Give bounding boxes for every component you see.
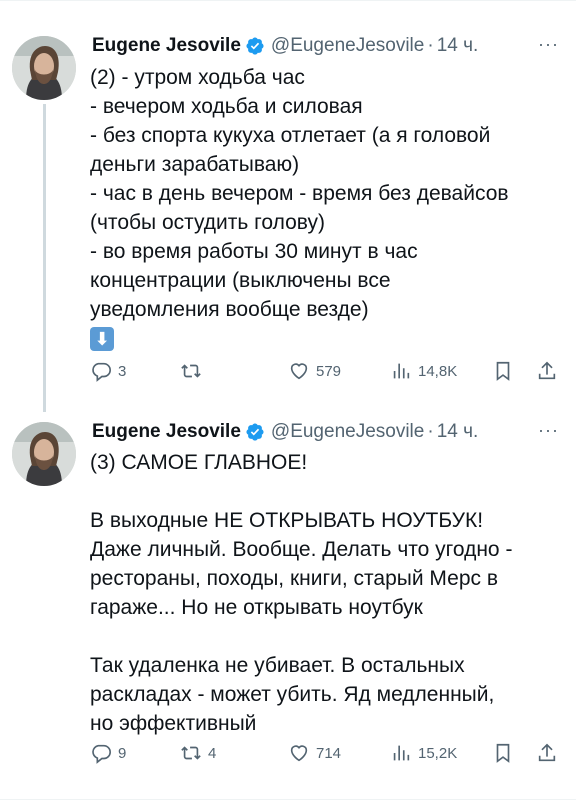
thread-line bbox=[43, 104, 46, 412]
retweet-button[interactable] bbox=[180, 360, 208, 382]
reply-icon bbox=[92, 362, 111, 382]
like-button[interactable]: 579 bbox=[288, 360, 341, 382]
tweet-header: Eugene Jesovile @EugeneJesovile · 14 ч. bbox=[92, 34, 478, 58]
tweet-line: раскладах - может убить. Яд медленный, bbox=[90, 683, 495, 706]
retweet-icon bbox=[181, 364, 201, 378]
author-name[interactable]: Eugene Jesovile bbox=[92, 34, 241, 58]
tweet-line: (чтобы остудить голову) bbox=[90, 211, 325, 234]
tweet-line: В выходные НЕ ОТКРЫВАТЬ НОУТБУК! bbox=[90, 509, 484, 532]
tweet-line: - вечером ходьба и силовая bbox=[90, 95, 363, 118]
like-count: 579 bbox=[316, 362, 342, 380]
tweet-line: но эффективный bbox=[90, 712, 257, 735]
share-button[interactable] bbox=[536, 742, 564, 764]
views-count: 14,8K bbox=[418, 362, 458, 380]
views-button[interactable]: 15,2K bbox=[390, 742, 457, 764]
tweet-line: Даже личный. Вообще. Делать что угодно - bbox=[90, 538, 513, 561]
heart-icon bbox=[290, 745, 308, 762]
tweet-line: гараже... Но не открывать ноутбук bbox=[90, 596, 423, 619]
retweet-icon bbox=[181, 746, 201, 760]
views-count: 15,2K bbox=[418, 744, 458, 762]
share-button[interactable] bbox=[536, 360, 564, 382]
views-icon bbox=[393, 363, 410, 379]
tweet-actions: 9 4 714 15,2K bbox=[90, 742, 570, 768]
tweet-text: (3) САМОЕ ГЛАВНОЕ! В выходные НЕ ОТКРЫВА… bbox=[90, 448, 550, 738]
reply-icon bbox=[92, 744, 111, 764]
verified-badge-icon bbox=[245, 422, 265, 442]
reply-count: 9 bbox=[118, 744, 127, 762]
author-name[interactable]: Eugene Jesovile bbox=[92, 420, 241, 444]
tweet-line: уведомления вообще везде) bbox=[90, 298, 369, 321]
author-handle[interactable]: @EugeneJesovile bbox=[271, 420, 424, 444]
like-count: 714 bbox=[316, 744, 342, 762]
tweet-line: - во время работы 30 минут в час bbox=[90, 240, 418, 263]
tweet-actions: 3 579 14,8K bbox=[90, 360, 570, 386]
tweet-header: Eugene Jesovile @EugeneJesovile · 14 ч. bbox=[92, 420, 478, 444]
share-icon bbox=[538, 361, 556, 380]
separator-dot: · bbox=[427, 421, 434, 442]
tweet-line: Так удаленка не убивает. В остальных bbox=[90, 654, 465, 677]
reply-button[interactable]: 3 bbox=[90, 360, 126, 382]
verified-badge-icon bbox=[245, 36, 265, 56]
heart-icon bbox=[290, 363, 308, 380]
bookmark-button[interactable] bbox=[492, 742, 520, 764]
views-icon bbox=[393, 745, 410, 761]
tweet-1[interactable]: Eugene Jesovile @EugeneJesovile · 14 ч. … bbox=[0, 0, 576, 412]
reply-button[interactable]: 9 bbox=[90, 742, 126, 764]
tweet-line: (2) - утром ходьба час bbox=[90, 66, 305, 89]
tweet-line: (3) САМОЕ ГЛАВНОЕ! bbox=[90, 451, 308, 474]
retweet-count: 4 bbox=[208, 744, 217, 762]
more-icon[interactable]: ··· bbox=[538, 420, 559, 441]
bookmark-icon bbox=[496, 743, 510, 763]
views-button[interactable]: 14,8K bbox=[390, 360, 457, 382]
avatar[interactable] bbox=[12, 36, 76, 100]
bookmark-icon bbox=[496, 361, 510, 381]
tweet-line: концентрации (выключены все bbox=[90, 269, 391, 292]
tweet-line: рестораны, походы, книги, старый Мерс в bbox=[90, 567, 499, 590]
like-button[interactable]: 714 bbox=[288, 742, 341, 764]
author-handle[interactable]: @EugeneJesovile bbox=[271, 34, 424, 58]
down-arrow-emoji: ⬇ bbox=[90, 327, 114, 351]
tweet-text: (2) - утром ходьба час - вечером ходьба … bbox=[90, 63, 550, 353]
bookmark-button[interactable] bbox=[492, 360, 520, 382]
reply-count: 3 bbox=[118, 362, 127, 380]
tweet-time[interactable]: 14 ч. bbox=[437, 420, 479, 444]
separator-dot: · bbox=[427, 35, 434, 56]
more-icon[interactable]: ··· bbox=[538, 34, 559, 55]
tweet-2[interactable]: Eugene Jesovile @EugeneJesovile · 14 ч. … bbox=[0, 400, 576, 800]
retweet-button[interactable]: 4 bbox=[180, 742, 216, 764]
share-icon bbox=[538, 743, 556, 762]
tweet-line: - час в день вечером - время без девайсо… bbox=[90, 182, 509, 205]
tweet-line: деньги зарабатываю) bbox=[90, 153, 300, 176]
tweet-line: - без спорта кукуха отлетает (а я голово… bbox=[90, 124, 491, 147]
avatar[interactable] bbox=[12, 422, 76, 486]
tweet-time[interactable]: 14 ч. bbox=[437, 34, 479, 58]
